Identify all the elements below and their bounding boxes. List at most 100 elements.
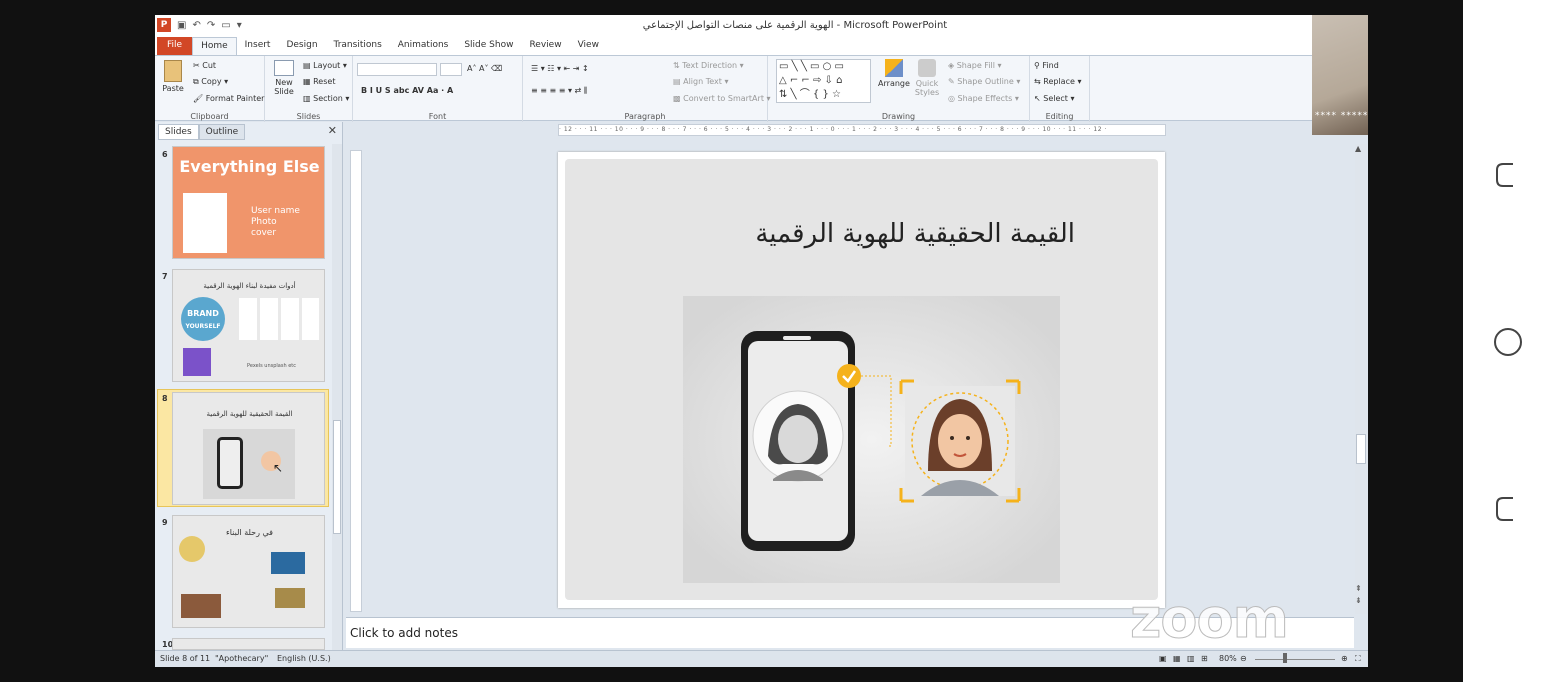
slide-thumbnail-6[interactable]: Everything Else User name Photo cover: [172, 146, 325, 259]
quick-styles-icon: [918, 59, 936, 77]
slide-thumbnail-7[interactable]: أدوات مفيدة لبناء الهوية الرقمية BRAND YO…: [172, 269, 325, 382]
slide-sorter-icon[interactable]: ▦: [1173, 654, 1181, 663]
font-size-dropdown[interactable]: [440, 63, 462, 76]
recent-apps-icon[interactable]: [1493, 160, 1523, 190]
slide-thumbnail-8[interactable]: القيمة الحقيقية للهوية الرقمية ↖: [172, 392, 325, 505]
text-direction-button[interactable]: ⇅ Text Direction ▾: [673, 61, 744, 70]
zoom-slider-thumb[interactable]: [1283, 653, 1287, 663]
slide-thumbnail-10[interactable]: [172, 638, 325, 650]
arrange-icon: [885, 59, 903, 77]
font-grow-shrink-icon[interactable]: A˄ A˅ ⌫: [467, 64, 502, 73]
window-title: الهوية الرقمية على منصات التواصل الإجتما…: [642, 20, 948, 31]
tab-slide-show[interactable]: Slide Show: [456, 37, 521, 55]
paste-button[interactable]: Paste: [161, 60, 185, 93]
cut-button[interactable]: ✂ Cut: [193, 61, 216, 70]
zoom-in-icon[interactable]: ⊕: [1341, 654, 1348, 663]
current-slide[interactable]: القيمة الحقيقية للهوية الرقمية: [558, 152, 1165, 608]
section-button[interactable]: ▥ Section ▾: [303, 94, 349, 103]
slideshow-icon[interactable]: ▭: [221, 20, 230, 31]
title-bar: P ▣ ↶ ↷ ▭ ▾ الهوية الرقمية على منصات الت…: [155, 15, 1368, 37]
slide-editor: · 12 · · · 11 · · · 10 · · · 9 · · · 8 ·…: [344, 122, 1368, 616]
format-painter-button[interactable]: 🖌 Format Painter: [193, 94, 264, 103]
save-icon[interactable]: ▣: [177, 20, 186, 31]
back-icon[interactable]: [1493, 494, 1523, 524]
font-group: A˄ A˅ ⌫ B I U S abc AV Aa · A Font: [353, 56, 523, 122]
slide-indicator: Slide 8 of 11: [160, 654, 211, 663]
zoom-out-icon[interactable]: ⊖: [1240, 654, 1247, 663]
replace-button[interactable]: ⇆ Replace ▾: [1034, 77, 1081, 86]
font-name-dropdown[interactable]: [357, 63, 437, 76]
pane-scroll-thumb[interactable]: [333, 420, 341, 534]
editor-scrollbar[interactable]: ▲ ⇞ ⇟: [1355, 144, 1367, 614]
ribbon-tabs: File Home Insert Design Transitions Anim…: [155, 37, 1368, 55]
thumb-photo: [179, 536, 205, 562]
copy-button[interactable]: ⧉ Copy ▾: [193, 77, 228, 87]
undo-icon[interactable]: ↶: [192, 20, 200, 31]
list-icons[interactable]: ☰ ▾ ☷ ▾ ⇤ ⇥ ↕: [531, 64, 589, 73]
font-format-icons[interactable]: B I U S abc AV Aa · A: [361, 86, 453, 95]
close-icon[interactable]: ✕: [328, 124, 337, 137]
thumb-photo: [271, 552, 305, 574]
thumb-title: أدوات مفيدة لبناء الهوية الرقمية: [203, 282, 296, 290]
align-text-button[interactable]: ▤ Align Text ▾: [673, 77, 728, 86]
participant-video[interactable]: **** *****: [1312, 15, 1368, 135]
editor-scroll-thumb[interactable]: [1356, 434, 1366, 464]
slideshow-view-icon[interactable]: ⊞: [1201, 654, 1208, 663]
pane-scrollbar[interactable]: [332, 144, 342, 650]
shape-outline-button[interactable]: ✎ Shape Outline ▾: [948, 77, 1020, 86]
tab-transitions[interactable]: Transitions: [326, 37, 390, 55]
prev-slide-icon[interactable]: ⇞: [1355, 584, 1362, 593]
tab-insert[interactable]: Insert: [237, 37, 279, 55]
smartart-icon: ▩: [673, 94, 684, 103]
align-icons[interactable]: ≡ ≡ ≡ ≡ ▾ ⇄ ⫼: [531, 86, 587, 96]
shape-effects-button[interactable]: ◎ Shape Effects ▾: [948, 94, 1019, 103]
reading-view-icon[interactable]: ▥: [1187, 654, 1195, 663]
outline-icon: ✎: [948, 77, 958, 86]
arrange-button[interactable]: Arrange: [878, 59, 910, 88]
new-slide-button[interactable]: New Slide: [269, 60, 299, 96]
customize-chevron-icon[interactable]: ▾: [237, 20, 242, 31]
layout-button[interactable]: ▤ Layout ▾: [303, 61, 347, 70]
tab-design[interactable]: Design: [278, 37, 325, 55]
home-icon[interactable]: [1493, 327, 1523, 357]
paragraph-group: ☰ ▾ ☷ ▾ ⇤ ⇥ ↕ ≡ ≡ ≡ ≡ ▾ ⇄ ⫼ ⇅ Text Direc…: [523, 56, 771, 122]
zoom-level[interactable]: 80%: [1219, 654, 1237, 663]
find-button[interactable]: ⚲ Find: [1034, 61, 1059, 70]
thumb-line: Photo: [251, 217, 277, 227]
tab-animations[interactable]: Animations: [390, 37, 457, 55]
vertical-ruler[interactable]: [350, 150, 362, 612]
tab-view[interactable]: View: [570, 37, 607, 55]
powerpoint-logo-icon[interactable]: P: [157, 18, 171, 32]
fill-icon: ◈: [948, 61, 957, 70]
quick-access-toolbar: P ▣ ↶ ↷ ▭ ▾: [157, 18, 242, 32]
language-indicator[interactable]: English (U.S.): [277, 654, 331, 663]
android-navigation-bar: [1463, 0, 1554, 682]
tab-review[interactable]: Review: [521, 37, 569, 55]
scroll-up-icon[interactable]: ▲: [1355, 144, 1361, 153]
fit-window-icon[interactable]: ⛶: [1355, 654, 1361, 664]
normal-view-icon[interactable]: ▣: [1159, 654, 1167, 663]
zoom-slider[interactable]: [1255, 659, 1335, 660]
digital-identity-image[interactable]: [683, 296, 1060, 583]
select-button[interactable]: ↖ Select ▾: [1034, 94, 1075, 103]
slide-thumbnail-9[interactable]: في رحلة البناء: [172, 515, 325, 628]
next-slide-icon[interactable]: ⇟: [1355, 596, 1362, 605]
reset-button[interactable]: ▦ Reset: [303, 77, 335, 86]
tab-file[interactable]: File: [157, 37, 193, 55]
thumb-photo: [181, 594, 221, 618]
horizontal-ruler[interactable]: · 12 · · · 11 · · · 10 · · · 9 · · · 8 ·…: [558, 124, 1166, 136]
quick-styles-button[interactable]: Quick Styles: [912, 59, 942, 97]
shape-fill-button[interactable]: ◈ Shape Fill ▾: [948, 61, 1002, 70]
slide-title[interactable]: القيمة الحقيقية للهوية الرقمية: [605, 219, 1075, 249]
powerpoint-window: P ▣ ↶ ↷ ▭ ▾ الهوية الرقمية على منصات الت…: [155, 15, 1368, 667]
convert-smartart-button[interactable]: ▩ Convert to SmartArt ▾: [673, 94, 771, 103]
redo-icon[interactable]: ↷: [207, 20, 215, 31]
thumb-table: [239, 298, 319, 340]
tab-home[interactable]: Home: [192, 37, 237, 55]
phone-icon: [217, 437, 243, 489]
pane-tab-slides[interactable]: Slides: [158, 124, 199, 140]
replace-icon: ⇆: [1034, 77, 1044, 86]
pane-tab-outline[interactable]: Outline: [198, 124, 246, 140]
shapes-gallery[interactable]: ▭ ╲ ╲ ▭ ○ ▭ △ ⌐ ⌐ ⇨ ⇩ ⌂ ⇅ ╲ ⌒ { } ☆: [776, 59, 871, 103]
drawing-label: Drawing: [881, 112, 916, 121]
